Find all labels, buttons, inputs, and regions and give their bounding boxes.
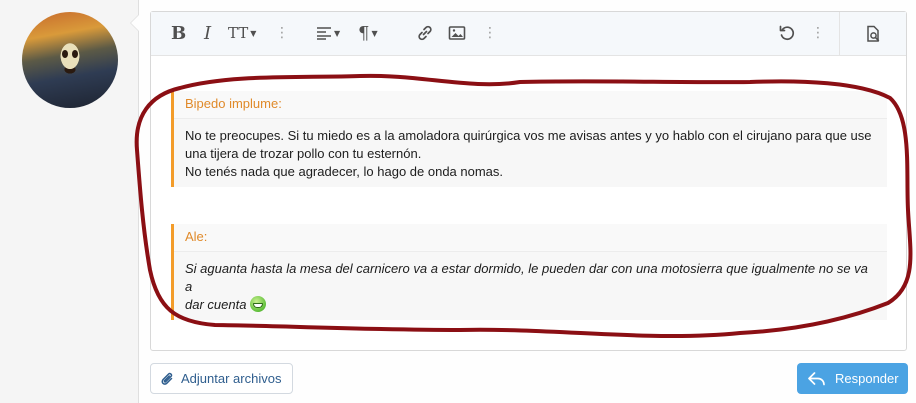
preview-icon <box>867 25 880 42</box>
quote-author[interactable]: Ale: <box>174 224 887 252</box>
align-icon <box>317 27 331 40</box>
link-button[interactable] <box>416 22 434 44</box>
link-icon <box>418 25 432 41</box>
quote-block: Ale: Si aguanta hasta la mesa del carnic… <box>171 224 887 320</box>
more-icon: ⋮ <box>483 25 497 41</box>
quote-line-with-emoji: dar cuenta <box>185 296 876 314</box>
more-icon: ⋮ <box>811 25 825 41</box>
paperclip-icon <box>161 372 173 385</box>
more-icon: ⋮ <box>275 25 289 41</box>
quote-line: dar cuenta <box>185 297 247 312</box>
avatar[interactable] <box>22 12 118 108</box>
image-button[interactable] <box>448 22 466 44</box>
paragraph-button[interactable]: ¶ ▼ <box>358 22 378 44</box>
paragraph-icon: ¶ <box>358 22 370 44</box>
bold-button[interactable]: B <box>171 22 186 44</box>
quote-text: No te preocupes. Si tu miedo es a la amo… <box>174 119 887 187</box>
italic-icon: I <box>204 22 212 44</box>
bold-icon: B <box>171 22 187 44</box>
more-options-button[interactable]: ⋮ <box>811 22 825 44</box>
italic-button[interactable]: I <box>204 22 211 44</box>
quote-author[interactable]: Bipedo implume: <box>174 91 887 119</box>
user-column <box>0 0 139 403</box>
more-options-button[interactable]: ⋮ <box>275 22 289 44</box>
quote-line: No tenés nada que agradecer, lo hago de … <box>185 164 504 179</box>
attach-files-label: Adjuntar archivos <box>181 371 282 386</box>
reply-label: Responder <box>835 371 899 386</box>
undo-icon <box>779 25 795 41</box>
message-arrow <box>130 14 139 32</box>
text-size-icon: TT <box>228 24 249 42</box>
avatar-eye <box>72 50 78 58</box>
more-options-button[interactable]: ⋮ <box>483 22 497 44</box>
avatar-eye <box>62 50 68 58</box>
reply-icon <box>808 371 825 385</box>
image-icon <box>448 26 466 40</box>
quote-line: Si aguanta hasta la mesa del carnicero v… <box>185 261 868 294</box>
quote-line: una tijera de trozar pollo con tu estern… <box>185 146 422 161</box>
chevron-down-icon: ▼ <box>250 28 257 38</box>
reply-button[interactable]: Responder <box>797 363 908 394</box>
attach-files-button[interactable]: Adjuntar archivos <box>150 363 293 394</box>
reply-editor[interactable]: B I TT ▼ ⋮ ▼ ¶ ▼ ⋮ ⋮ Bipedo implume: No te… <box>150 11 907 351</box>
editor-toolbar: B I TT ▼ ⋮ ▼ ¶ ▼ ⋮ ⋮ <box>151 12 906 56</box>
align-button[interactable]: ▼ <box>316 22 340 44</box>
chevron-down-icon: ▼ <box>371 28 378 38</box>
quote-line: No te preocupes. Si tu miedo es a la amo… <box>185 128 872 143</box>
grin-emoji-icon <box>250 296 267 312</box>
preview-button[interactable] <box>839 12 906 55</box>
quote-text: Si aguanta hasta la mesa del carnicero v… <box>174 252 887 320</box>
quote-block: Bipedo implume: No te preocupes. Si tu m… <box>171 91 887 187</box>
chevron-down-icon: ▼ <box>334 28 341 38</box>
undo-button[interactable] <box>778 22 796 44</box>
text-size-button[interactable]: TT ▼ <box>228 22 256 44</box>
